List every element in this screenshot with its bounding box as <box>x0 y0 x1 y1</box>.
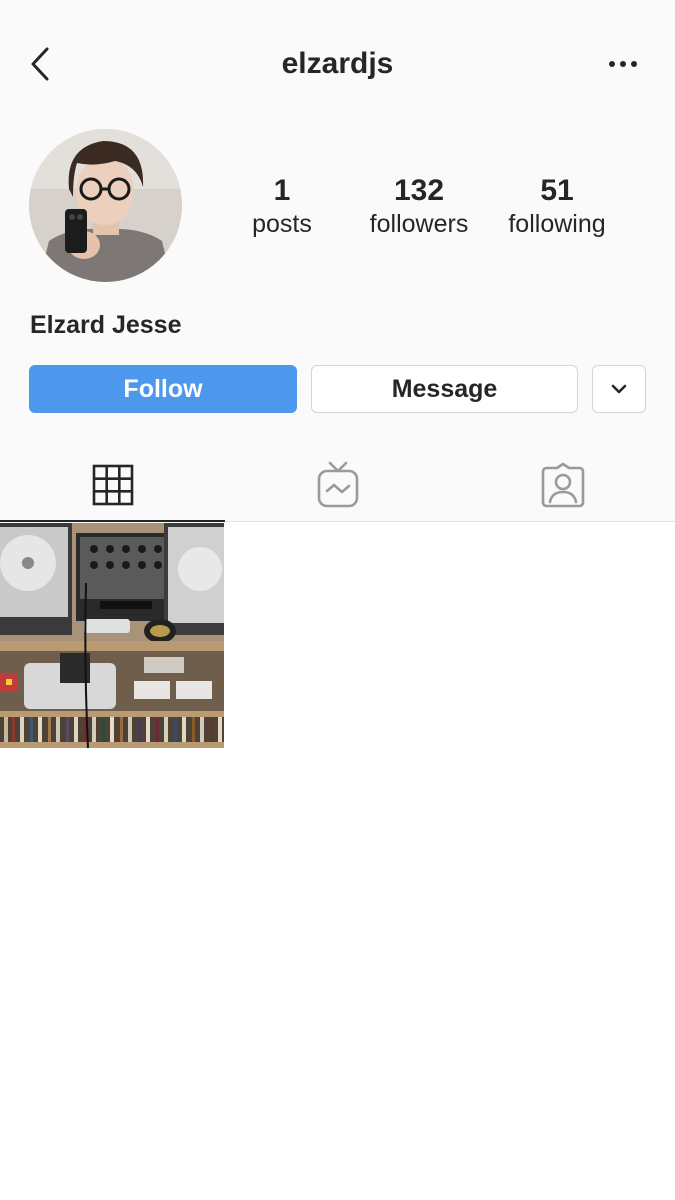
message-button[interactable]: Message <box>311 365 578 413</box>
more-horizontal-icon <box>609 61 637 67</box>
following-count-label: following <box>508 210 606 238</box>
avatar[interactable] <box>29 129 182 282</box>
tagged-user-icon <box>541 462 584 507</box>
profile-full-name: Elzard Jesse <box>30 311 182 339</box>
suggested-accounts-button[interactable] <box>592 365 646 413</box>
nav-bar: elzardjs <box>0 0 675 128</box>
following-count[interactable]: 51 following <box>482 174 632 240</box>
active-tab-indicator <box>0 520 225 522</box>
follow-button[interactable]: Follow <box>29 365 297 413</box>
posts-count-value: 1 <box>273 174 291 207</box>
igtv-icon <box>317 461 358 507</box>
tab-igtv[interactable] <box>225 448 450 521</box>
tab-divider <box>225 521 675 522</box>
profile-username: elzardjs <box>281 47 394 80</box>
tab-tagged[interactable] <box>450 448 675 521</box>
chevron-down-icon <box>611 384 627 394</box>
posts-count-label: posts <box>252 210 312 238</box>
following-count-value: 51 <box>540 174 574 207</box>
more-options-button[interactable] <box>600 44 646 84</box>
followers-count-label: followers <box>369 210 469 238</box>
post-image <box>0 523 224 748</box>
followers-count[interactable]: 132 followers <box>344 174 494 240</box>
posts-count[interactable]: 1 posts <box>207 174 357 240</box>
avatar-photo <box>29 129 182 282</box>
post-thumbnail[interactable] <box>0 523 224 748</box>
followers-count-value: 132 <box>393 174 445 207</box>
grid-icon <box>92 464 133 505</box>
tab-posts-grid[interactable] <box>0 448 225 521</box>
